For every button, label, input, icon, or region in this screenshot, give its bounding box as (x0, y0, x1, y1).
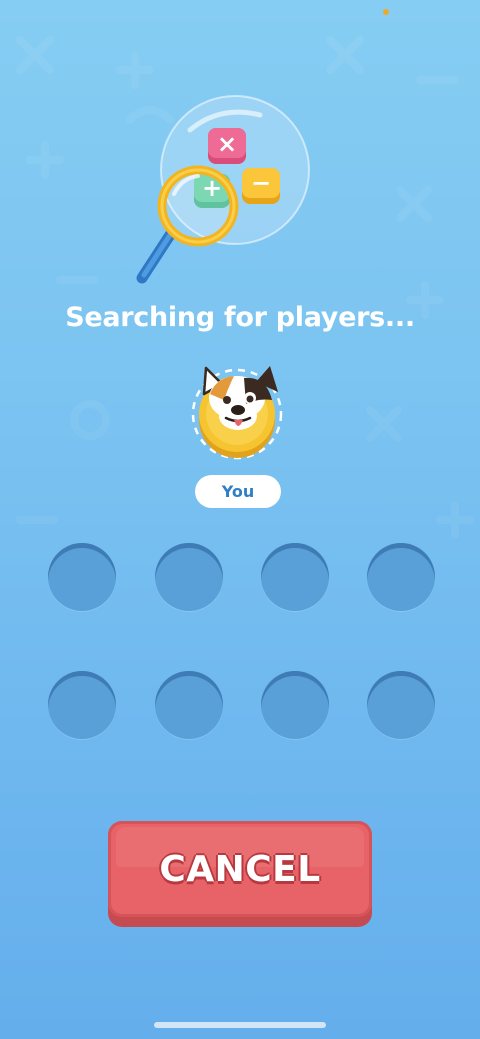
player-avatar (188, 358, 292, 470)
empty-player-slot (48, 543, 116, 611)
home-indicator[interactable] (154, 1022, 326, 1028)
empty-player-slot (48, 671, 116, 739)
svg-text:−: − (251, 169, 271, 197)
multiply-icon: × (208, 128, 246, 164)
empty-player-slot (155, 543, 223, 611)
empty-player-slot (367, 671, 435, 739)
cancel-button-face[interactable]: CANCEL (108, 821, 372, 917)
svg-text:×: × (217, 130, 237, 158)
empty-player-slot (155, 671, 223, 739)
player-name-badge: You (195, 475, 281, 508)
cancel-button-label: CANCEL (159, 848, 321, 890)
player-slots (48, 543, 436, 741)
page-title: Searching for players... (65, 302, 415, 333)
empty-player-slot (261, 671, 329, 739)
search-illustration: × − + (130, 90, 330, 290)
empty-player-slot (367, 543, 435, 611)
empty-player-slot (261, 543, 329, 611)
status-dot (383, 9, 389, 15)
magnifier-icon (136, 165, 239, 284)
dog-avatar-icon (199, 366, 278, 458)
minus-icon: − (242, 168, 280, 204)
cancel-button[interactable]: CANCEL (108, 821, 372, 927)
